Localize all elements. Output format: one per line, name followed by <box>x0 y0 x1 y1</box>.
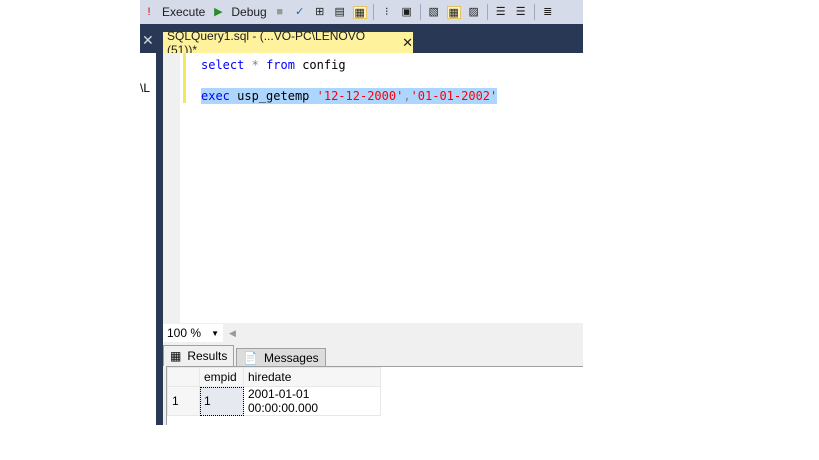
editor-gutter <box>163 53 180 323</box>
results-pane: ▦ Results 📄 Messages empid hiredate 1 1 20… <box>163 343 583 425</box>
column-header[interactable]: empid <box>199 367 244 387</box>
operator: , <box>403 89 411 103</box>
cell-empid[interactable]: 1 <box>199 386 244 416</box>
zoom-bar: 100 % ▼ ◀ <box>163 323 583 343</box>
scroll-left-icon[interactable]: ◀ <box>229 328 236 339</box>
identifier: usp_getemp <box>237 89 310 103</box>
debug-icon[interactable]: ▶ <box>211 6 225 19</box>
tab-label: Results <box>187 349 228 363</box>
results-grid: empid hiredate 1 1 2001-01-01 00:00:00.0… <box>166 366 583 425</box>
tab-results[interactable]: ▦ Results <box>163 345 235 366</box>
indent-icon[interactable]: ≣ <box>541 6 555 19</box>
separator <box>419 4 421 20</box>
results-to-text-icon[interactable]: ▧ <box>427 6 441 19</box>
debug-button[interactable]: Debug <box>231 5 266 19</box>
results-to-grid-icon[interactable]: ▦ <box>352 5 367 19</box>
code-line-3: exec usp_getemp '12-12-2000','01-01-2002… <box>201 88 498 104</box>
change-indicator <box>183 53 186 103</box>
zoom-value: 100 % <box>167 326 202 340</box>
comment-icon[interactable]: ☰ <box>494 6 508 19</box>
client-stats-icon[interactable]: ▣ <box>400 6 414 19</box>
table-row: 1 1 2001-01-01 00:00:00.000 <box>167 386 381 416</box>
zoom-dropdown[interactable]: 100 % ▼ <box>163 324 223 342</box>
execute-button[interactable]: Execute <box>162 5 205 19</box>
row-number[interactable]: 1 <box>167 386 200 416</box>
grid-header-row: empid hiredate <box>167 367 381 387</box>
panel-text: \L <box>140 81 151 95</box>
execute-icon[interactable]: ! <box>142 6 156 19</box>
query-options-icon[interactable]: ▤ <box>333 6 347 19</box>
column-header[interactable]: hiredate <box>243 367 381 387</box>
separator <box>486 4 488 20</box>
toolbar: ! Execute ▶ Debug ■ ✓ ⊞ ▤ ▦ ⁝ ▣ ▧ ▦ ▨ ☰ … <box>140 0 583 24</box>
cell-hiredate[interactable]: 2001-01-01 00:00:00.000 <box>243 386 381 416</box>
ssms-window: ! Execute ▶ Debug ■ ✓ ⊞ ▤ ▦ ⁝ ▣ ▧ ▦ ▨ ☰ … <box>140 0 583 425</box>
tab-sqlquery1[interactable]: SQLQuery1.sql - (...VO-PC\LENOVO (51))* … <box>163 29 413 57</box>
include-plan-icon[interactable]: ⁝ <box>380 6 394 19</box>
parse-check-icon[interactable]: ✓ <box>293 6 307 19</box>
operator: * <box>251 58 259 72</box>
separator <box>372 4 374 20</box>
uncomment-icon[interactable]: ☰ <box>514 6 528 19</box>
identifier: config <box>302 58 346 72</box>
tab-messages[interactable]: 📄 Messages <box>236 348 326 366</box>
keyword: select <box>201 58 245 72</box>
string-literal: '01-01-2002' <box>410 89 498 103</box>
tab-label: Messages <box>263 350 319 365</box>
close-panel-icon[interactable]: ✕ <box>142 32 154 49</box>
string-literal: '12-12-2000' <box>316 89 404 103</box>
results-to-file-icon[interactable]: ▨ <box>467 6 481 19</box>
close-tab-icon[interactable]: ✕ <box>402 35 413 51</box>
messages-icon: 📄 <box>243 350 258 365</box>
stop-icon[interactable]: ■ <box>273 6 287 19</box>
code-line-1: select * from config <box>201 57 346 73</box>
separator <box>533 4 535 20</box>
query-editor[interactable]: select * from config exec usp_getemp '12… <box>163 53 583 323</box>
estimated-plan-icon[interactable]: ⊞ <box>313 6 327 19</box>
row-header-corner[interactable] <box>167 367 200 387</box>
keyword: exec <box>201 89 230 103</box>
chevron-down-icon: ▼ <box>211 328 219 338</box>
results-grid-icon[interactable]: ▦ <box>446 5 461 19</box>
keyword: from <box>266 58 295 72</box>
object-explorer-panel: \L <box>140 53 156 425</box>
grid-icon: ▦ <box>170 349 182 363</box>
